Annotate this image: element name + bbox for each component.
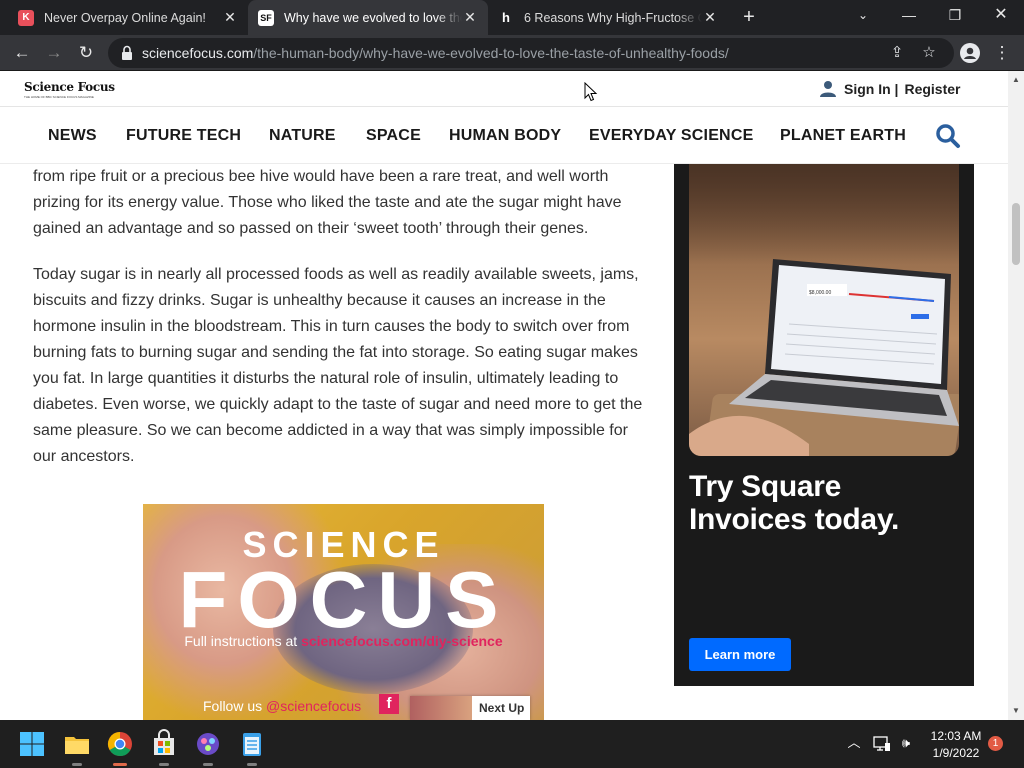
close-icon[interactable]: ✕: [222, 9, 238, 26]
ad-headline: Try Square Invoices today.: [689, 470, 900, 536]
notepad-icon[interactable]: [236, 728, 268, 766]
facebook-icon: f: [379, 694, 399, 714]
article-paragraph: Today sugar is in nearly all processed f…: [33, 266, 643, 465]
web-page: Science Focus THE HOME OF BBC SCIENCE FO…: [0, 71, 1008, 720]
next-up-label: Next Up: [479, 701, 525, 715]
browser-tab[interactable]: h 6 Reasons Why High-Fructose Corn Syrup…: [488, 0, 728, 35]
chevron-up-icon[interactable]: ︿: [845, 734, 863, 752]
clock-date: 1/9/2022: [932, 746, 980, 760]
menu-kebab-icon[interactable]: ⋮: [988, 39, 1016, 67]
main-nav: NEWS FUTURE TECH NATURE SPACE HUMAN BODY…: [0, 108, 1008, 164]
search-icon[interactable]: [935, 123, 961, 149]
advertisement[interactable]: $8,000.00 Try Square Invoices today. Lea…: [674, 164, 974, 686]
nav-space[interactable]: SPACE: [366, 127, 421, 145]
scroll-up-icon[interactable]: ▲: [1008, 73, 1024, 87]
windows-taskbar: ︿ 🕪 12:03 AM 1/9/2022 1: [0, 720, 1024, 768]
reload-icon[interactable]: ↻: [72, 39, 100, 67]
svg-text:$8,000.00: $8,000.00: [809, 290, 831, 296]
site-header: Science Focus THE HOME OF BBC SCIENCE FO…: [0, 71, 1008, 107]
clock-time: 12:03 AM: [930, 729, 982, 743]
sign-in-link[interactable]: Sign In |: [844, 81, 898, 97]
volume-icon[interactable]: 🕪: [897, 734, 915, 752]
nav-planet-earth[interactable]: PLANET EARTH: [780, 127, 906, 145]
browser-tab[interactable]: K Never Overpay Online Again! ✕: [8, 0, 248, 35]
forward-icon[interactable]: →: [40, 39, 68, 67]
nav-future-tech[interactable]: FUTURE TECH: [126, 127, 241, 145]
microsoft-store-icon[interactable]: [148, 728, 180, 766]
video-follow: Follow us @sciencefocus: [203, 698, 362, 714]
account-links: Sign In | Register: [819, 80, 961, 98]
article-paragraph: from ripe fruit or a precious bee hive w…: [33, 168, 622, 237]
app-icon[interactable]: [192, 728, 224, 766]
learn-more-button[interactable]: Learn more: [689, 638, 791, 671]
video-instructions: Full instructions at sciencefocus.com/di…: [184, 633, 503, 649]
maximize-button[interactable]: ❐: [932, 0, 978, 30]
laptop-illustration: $8,000.00: [689, 259, 959, 456]
nav-news[interactable]: NEWS: [48, 127, 97, 145]
nav-human-body[interactable]: HUMAN BODY: [449, 127, 561, 145]
close-window-button[interactable]: ✕: [978, 0, 1024, 30]
scrollbar-thumb[interactable]: [1012, 203, 1020, 265]
file-explorer-icon[interactable]: [61, 728, 93, 766]
share-icon[interactable]: ⇪: [886, 42, 908, 64]
network-icon[interactable]: [873, 735, 891, 753]
article-body: from ripe fruit or a precious bee hive w…: [33, 164, 648, 490]
bookmark-star-icon[interactable]: ☆: [918, 42, 940, 64]
next-up-thumbnail: [410, 696, 472, 720]
system-clock[interactable]: 12:03 AM 1/9/2022: [928, 728, 984, 762]
nav-everyday-science[interactable]: EVERYDAY SCIENCE: [589, 127, 753, 145]
url-text: sciencefocus.com/the-human-body/why-have…: [142, 45, 729, 61]
windows-start-icon[interactable]: [16, 728, 48, 760]
scroll-down-icon[interactable]: ▼: [1008, 704, 1024, 718]
tab-title: 6 Reasons Why High-Fructose Corn Syrup I…: [524, 10, 702, 25]
new-tab-button[interactable]: +: [737, 5, 761, 29]
next-up-widget[interactable]: Next Up: [410, 696, 530, 720]
back-icon[interactable]: ←: [8, 39, 36, 67]
tab-search-icon[interactable]: ⌄: [840, 0, 886, 30]
sciencefocus-favicon-icon: SF: [258, 9, 274, 26]
healthline-favicon-icon: h: [498, 9, 514, 26]
browser-toolbar: ← → ↻ sciencefocus.com/the-human-body/wh…: [0, 35, 1024, 71]
chrome-icon[interactable]: [104, 728, 136, 766]
kiwi-favicon-icon: K: [18, 9, 34, 26]
tab-title: Never Overpay Online Again!: [44, 10, 206, 25]
lock-icon[interactable]: [120, 45, 134, 61]
close-icon[interactable]: ✕: [462, 9, 478, 26]
tab-title: Why have we evolved to love the taste of…: [284, 10, 462, 25]
profile-icon[interactable]: [960, 43, 980, 63]
page-scrollbar[interactable]: ▲ ▼: [1008, 71, 1024, 720]
video-player[interactable]: SCIENCE FOCUS Full instructions at scien…: [143, 504, 544, 720]
close-icon[interactable]: ✕: [702, 9, 718, 26]
nav-nature[interactable]: NATURE: [269, 127, 336, 145]
site-logo[interactable]: Science Focus THE HOME OF BBC SCIENCE FO…: [24, 80, 115, 99]
notification-badge[interactable]: 1: [988, 736, 1003, 751]
tab-strip: K Never Overpay Online Again! ✕ SF Why h…: [0, 0, 1024, 35]
browser-tab-active[interactable]: SF Why have we evolved to love the taste…: [248, 0, 488, 35]
address-bar[interactable]: sciencefocus.com/the-human-body/why-have…: [108, 38, 954, 68]
ad-laptop-image: $8,000.00: [689, 164, 959, 456]
register-link[interactable]: Register: [904, 81, 960, 97]
user-icon[interactable]: [819, 80, 837, 98]
minimize-button[interactable]: —: [886, 0, 932, 30]
mouse-cursor-icon: [584, 81, 598, 102]
